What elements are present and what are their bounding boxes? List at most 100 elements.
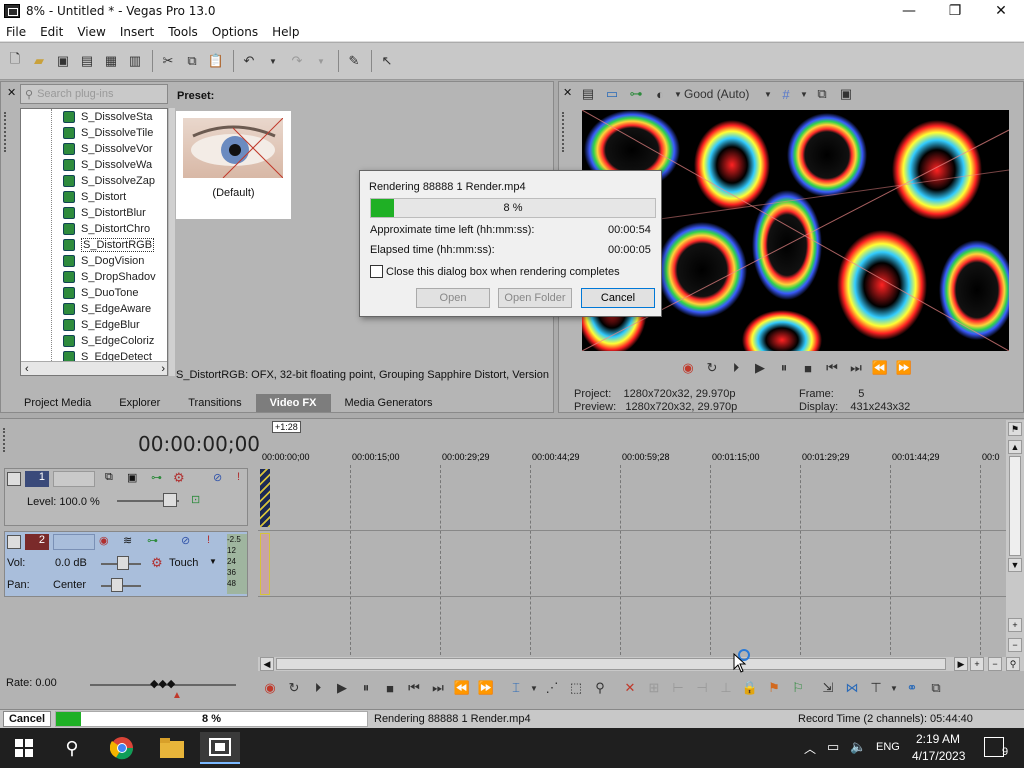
notifications-icon[interactable] — [984, 737, 1004, 757]
hscroll-right-icon[interactable]: ▶ — [954, 657, 968, 671]
hzoom-icon[interactable]: ⚲ — [1006, 657, 1020, 671]
tab-transitions[interactable]: Transitions — [174, 394, 255, 412]
next-frame-icon[interactable]: ⏩ — [892, 360, 916, 376]
menu-view[interactable]: View — [71, 25, 113, 39]
stop-icon[interactable]: ■ — [378, 681, 402, 696]
play-icon[interactable]: ▶ — [748, 360, 772, 376]
cancel-render-button[interactable]: Cancel — [581, 288, 655, 308]
network-icon[interactable]: ▭ — [827, 739, 839, 755]
zoom-tool-icon[interactable]: ⚲ — [588, 680, 612, 696]
save-icon[interactable]: ▣ — [52, 50, 74, 72]
edit-tool-dropdown-icon[interactable]: ▼ — [528, 684, 540, 693]
render-as-icon[interactable]: ▦ — [100, 50, 122, 72]
go-to-end-icon[interactable]: ⏭ — [426, 680, 450, 696]
play-from-start-icon[interactable]: ⏵ — [724, 360, 748, 376]
file-explorer-icon[interactable] — [152, 732, 192, 764]
solo-icon[interactable]: ! — [237, 471, 240, 483]
video-fx-icon[interactable]: ⊶ — [624, 86, 648, 102]
whats-this-help-icon[interactable]: ↖ — [376, 50, 398, 72]
clock-date[interactable]: 4/17/2023 — [912, 749, 965, 763]
auto-crossfade-icon[interactable]: ⋈ — [840, 680, 864, 696]
maximize-button[interactable]: ❐ — [932, 0, 978, 22]
snapping-dropdown-icon[interactable]: ▼ — [888, 684, 900, 693]
plugin-item[interactable]: S_DissolveTile — [21, 125, 167, 141]
automation-dropdown-icon[interactable]: ▼ — [209, 557, 217, 566]
scroll-right-icon[interactable]: › — [161, 363, 165, 375]
tab-media-generators[interactable]: Media Generators — [331, 394, 447, 412]
save-snapshot-icon[interactable]: ▣ — [834, 86, 858, 102]
split-icon[interactable]: ⊥ — [714, 680, 738, 696]
plugin-item[interactable]: S_DissolveSta — [21, 109, 167, 125]
video-track-lane[interactable] — [258, 469, 1006, 531]
search-plugins-input[interactable]: ⚲ Search plug-ins — [20, 84, 168, 104]
audio-track-lane[interactable] — [258, 531, 1006, 597]
splitter[interactable] — [169, 108, 175, 376]
timeline-vscrollbar[interactable]: ⚑ ▲ ▼ + − — [1006, 420, 1024, 670]
trim-start-icon[interactable]: ⊢ — [666, 680, 690, 696]
insert-marker-icon[interactable]: ⚑ — [762, 680, 786, 696]
menu-file[interactable]: File — [0, 25, 34, 39]
zoom-in-icon[interactable]: + — [1008, 618, 1022, 632]
new-file-icon[interactable]: 🗋 — [4, 50, 26, 72]
mute-icon[interactable]: ⊘ — [181, 534, 190, 547]
scroll-left-icon[interactable]: ‹ — [25, 363, 29, 375]
show-hidden-icons-icon[interactable]: ︿ — [804, 740, 816, 757]
pause-icon[interactable]: ⏸ — [354, 680, 378, 696]
plugin-item[interactable]: S_EdgeAware — [21, 301, 167, 317]
overlays-icon[interactable]: # — [774, 87, 798, 102]
tab-project-media[interactable]: Project Media — [10, 394, 105, 412]
rate-reset-icon[interactable]: ▲ — [172, 690, 182, 701]
auto-ripple-icon[interactable]: ⇲ — [816, 680, 840, 696]
copy-snapshot-icon[interactable]: ⧉ — [810, 86, 834, 102]
menu-insert[interactable]: Insert — [114, 25, 162, 39]
play-from-start-icon[interactable]: ⏵ — [306, 680, 330, 696]
lock-icon[interactable]: 🔒 — [738, 680, 762, 696]
loop-icon[interactable]: ↻ — [700, 360, 724, 376]
panel-close-icon[interactable]: ✕ — [7, 86, 16, 99]
arm-record-icon[interactable]: ◉ — [99, 534, 109, 547]
clock-time[interactable]: 2:19 AM — [916, 732, 960, 746]
undo-dropdown-icon[interactable]: ▼ — [262, 50, 284, 72]
video-track-header[interactable]: 1 ⧉ ▣ ⊶ ⚙ ⊘ ! Level: 100.0 % ⊡ — [4, 468, 248, 526]
go-to-end-icon[interactable]: ⏭ — [844, 360, 868, 376]
record-icon[interactable]: ◉ — [676, 360, 700, 376]
audio-track-header[interactable]: 2 ◉ ≋ ⊶ ⊘ ! Vol: 0.0 dB ⚙ Touch ▼ Pan: C… — [4, 531, 248, 597]
plugin-item[interactable]: S_DropShadov — [21, 269, 167, 285]
loop-icon[interactable]: ↻ — [282, 680, 306, 696]
vol-slider-thumb[interactable] — [117, 556, 129, 570]
trim-end-icon[interactable]: ⊣ — [690, 680, 714, 696]
trim-icon[interactable]: ⊞ — [642, 680, 666, 696]
properties-icon[interactable]: ▥ — [124, 50, 146, 72]
automation-mode[interactable]: Touch — [169, 557, 198, 569]
menu-tools[interactable]: Tools — [162, 25, 206, 39]
plugin-item[interactable]: S_DistortRGB — [21, 237, 167, 253]
split-screen-icon[interactable]: ◐ — [648, 87, 672, 102]
split-dropdown-icon[interactable]: ▼ — [672, 90, 684, 99]
track-expand-icon[interactable] — [7, 472, 21, 486]
video-event[interactable] — [260, 469, 270, 527]
minimize-button[interactable]: — — [886, 0, 932, 22]
zoom-out-icon[interactable]: − — [1008, 638, 1022, 652]
plugin-item[interactable]: S_DistortBlur — [21, 205, 167, 221]
track-fx-icon[interactable]: ⊶ — [147, 534, 158, 547]
selection-tool-icon[interactable]: ⬚ — [564, 680, 588, 696]
hzoom-out-icon[interactable]: − — [988, 657, 1002, 671]
timeline-hscrollbar[interactable]: ◀ ▶ + − ⚲ — [258, 657, 1024, 671]
plugin-item[interactable]: S_Distort — [21, 189, 167, 205]
track-expand-icon[interactable] — [7, 535, 21, 549]
go-to-start-icon[interactable]: ⏮ — [402, 680, 426, 696]
plugin-item[interactable]: S_EdgeBlur — [21, 317, 167, 333]
plugin-item[interactable]: S_DissolveWa — [21, 157, 167, 173]
stop-icon[interactable]: ■ — [796, 361, 820, 376]
plugin-item[interactable]: S_DissolveVor — [21, 141, 167, 157]
tab-video-fx[interactable]: Video FX — [255, 394, 331, 412]
plugin-item[interactable]: S_DistortChro — [21, 221, 167, 237]
plugin-item[interactable]: S_DissolveZap — [21, 173, 167, 189]
open-folder-icon[interactable]: ▰ — [28, 50, 50, 72]
cut-icon[interactable]: ✂ — [157, 50, 179, 72]
lock-envelopes-icon[interactable]: ⚭ — [900, 680, 924, 696]
pan-slider-thumb[interactable] — [111, 578, 123, 592]
insert-region-icon[interactable]: ⚐ — [786, 680, 810, 696]
preview-quality-select[interactable]: Good (Auto) — [684, 87, 762, 101]
preview-close-icon[interactable]: ✕ — [563, 86, 572, 99]
